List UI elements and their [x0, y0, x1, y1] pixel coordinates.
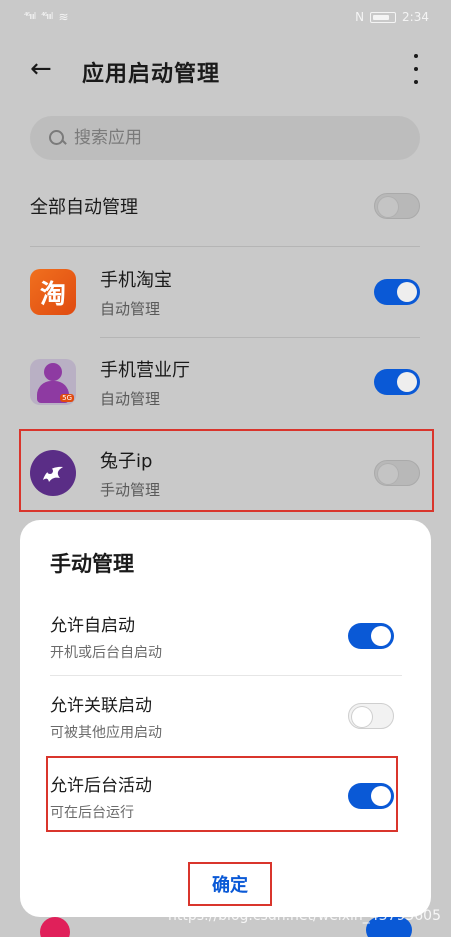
5g-badge: 5G	[60, 394, 74, 402]
autostart-toggle[interactable]	[348, 623, 394, 649]
search-icon	[48, 129, 66, 147]
toggle-knob	[397, 372, 417, 392]
all-auto-manage-row[interactable]: 全部自动管理	[30, 184, 420, 228]
status-bar: ⁴⁶ıııl ⁴⁶ıııl ≋ N 2:34	[0, 0, 451, 34]
watermark-text: https://blog.csdn.net/weixin_43795605	[167, 908, 441, 924]
divider	[30, 246, 420, 247]
toggle-knob	[397, 282, 417, 302]
status-right: N 2:34	[355, 10, 429, 24]
all-auto-manage-toggle[interactable]	[374, 193, 420, 219]
app-row-unicom-hall[interactable]: 5G 手机营业厅 自动管理	[30, 347, 420, 417]
app-status: 自动管理	[100, 299, 161, 318]
all-auto-manage-label: 全部自动管理	[30, 197, 138, 218]
divider	[50, 675, 402, 676]
app-text: 手机营业厅 自动管理	[100, 356, 374, 409]
highlight-frame-option	[46, 756, 398, 832]
option-allow-autostart[interactable]: 允许自启动 开机或后台自启动	[50, 606, 394, 666]
person-head-shape	[44, 363, 62, 381]
app-name: 手机淘宝	[100, 269, 172, 291]
wifi-icon: ≋	[58, 10, 69, 24]
app-bar: ← 应用启动管理	[0, 44, 451, 96]
option-name: 允许关联启动	[50, 695, 152, 716]
app-text: 手机淘宝 自动管理	[100, 266, 374, 319]
option-desc: 开机或后台自启动	[50, 644, 162, 661]
taobao-icon: 淘	[30, 269, 76, 315]
linked-start-toggle[interactable]	[348, 703, 394, 729]
option-text: 允许关联启动 可被其他应用启动	[50, 691, 162, 742]
page-title: 应用启动管理	[82, 62, 221, 87]
back-arrow-icon[interactable]: ←	[30, 56, 58, 84]
status-time: 2:34	[402, 10, 429, 24]
toggle-knob	[378, 197, 398, 217]
signal-icon-2: ⁴⁶ıııl	[41, 12, 53, 22]
app-status: 自动管理	[100, 389, 161, 408]
toggle-knob	[371, 626, 391, 646]
status-left: ⁴⁶ıııl ⁴⁶ıııl ≋	[24, 10, 69, 24]
toggle-knob	[352, 707, 372, 727]
option-name: 允许自启动	[50, 615, 135, 636]
nfc-icon: N	[355, 10, 365, 24]
option-text: 允许自启动 开机或后台自启动	[50, 611, 162, 662]
taobao-icon-glyph: 淘	[39, 279, 66, 310]
signal-icon: ⁴⁶ıııl	[24, 12, 36, 22]
highlight-frame-app	[19, 429, 434, 512]
search-input[interactable]	[74, 128, 374, 148]
confirm-button[interactable]: 确定	[188, 862, 272, 906]
unicom-hall-icon: 5G	[30, 359, 76, 405]
partial-app-icon	[40, 917, 70, 937]
option-desc: 可被其他应用启动	[50, 724, 162, 741]
dialog-title: 手动管理	[50, 552, 134, 576]
app-name: 手机营业厅	[100, 359, 190, 381]
more-options-icon[interactable]	[411, 54, 421, 84]
option-allow-linked-start[interactable]: 允许关联启动 可被其他应用启动	[50, 686, 394, 746]
app-row-taobao[interactable]: 淘 手机淘宝 自动管理	[30, 257, 420, 327]
app-toggle-unicom-hall[interactable]	[374, 369, 420, 395]
app-toggle-taobao[interactable]	[374, 279, 420, 305]
battery-icon	[370, 11, 397, 23]
manual-manage-dialog: 手动管理 允许自启动 开机或后台自启动 允许关联启动 可被其他应用启动 允许后台…	[20, 520, 431, 917]
divider	[100, 337, 420, 338]
search-bar[interactable]	[30, 116, 420, 160]
